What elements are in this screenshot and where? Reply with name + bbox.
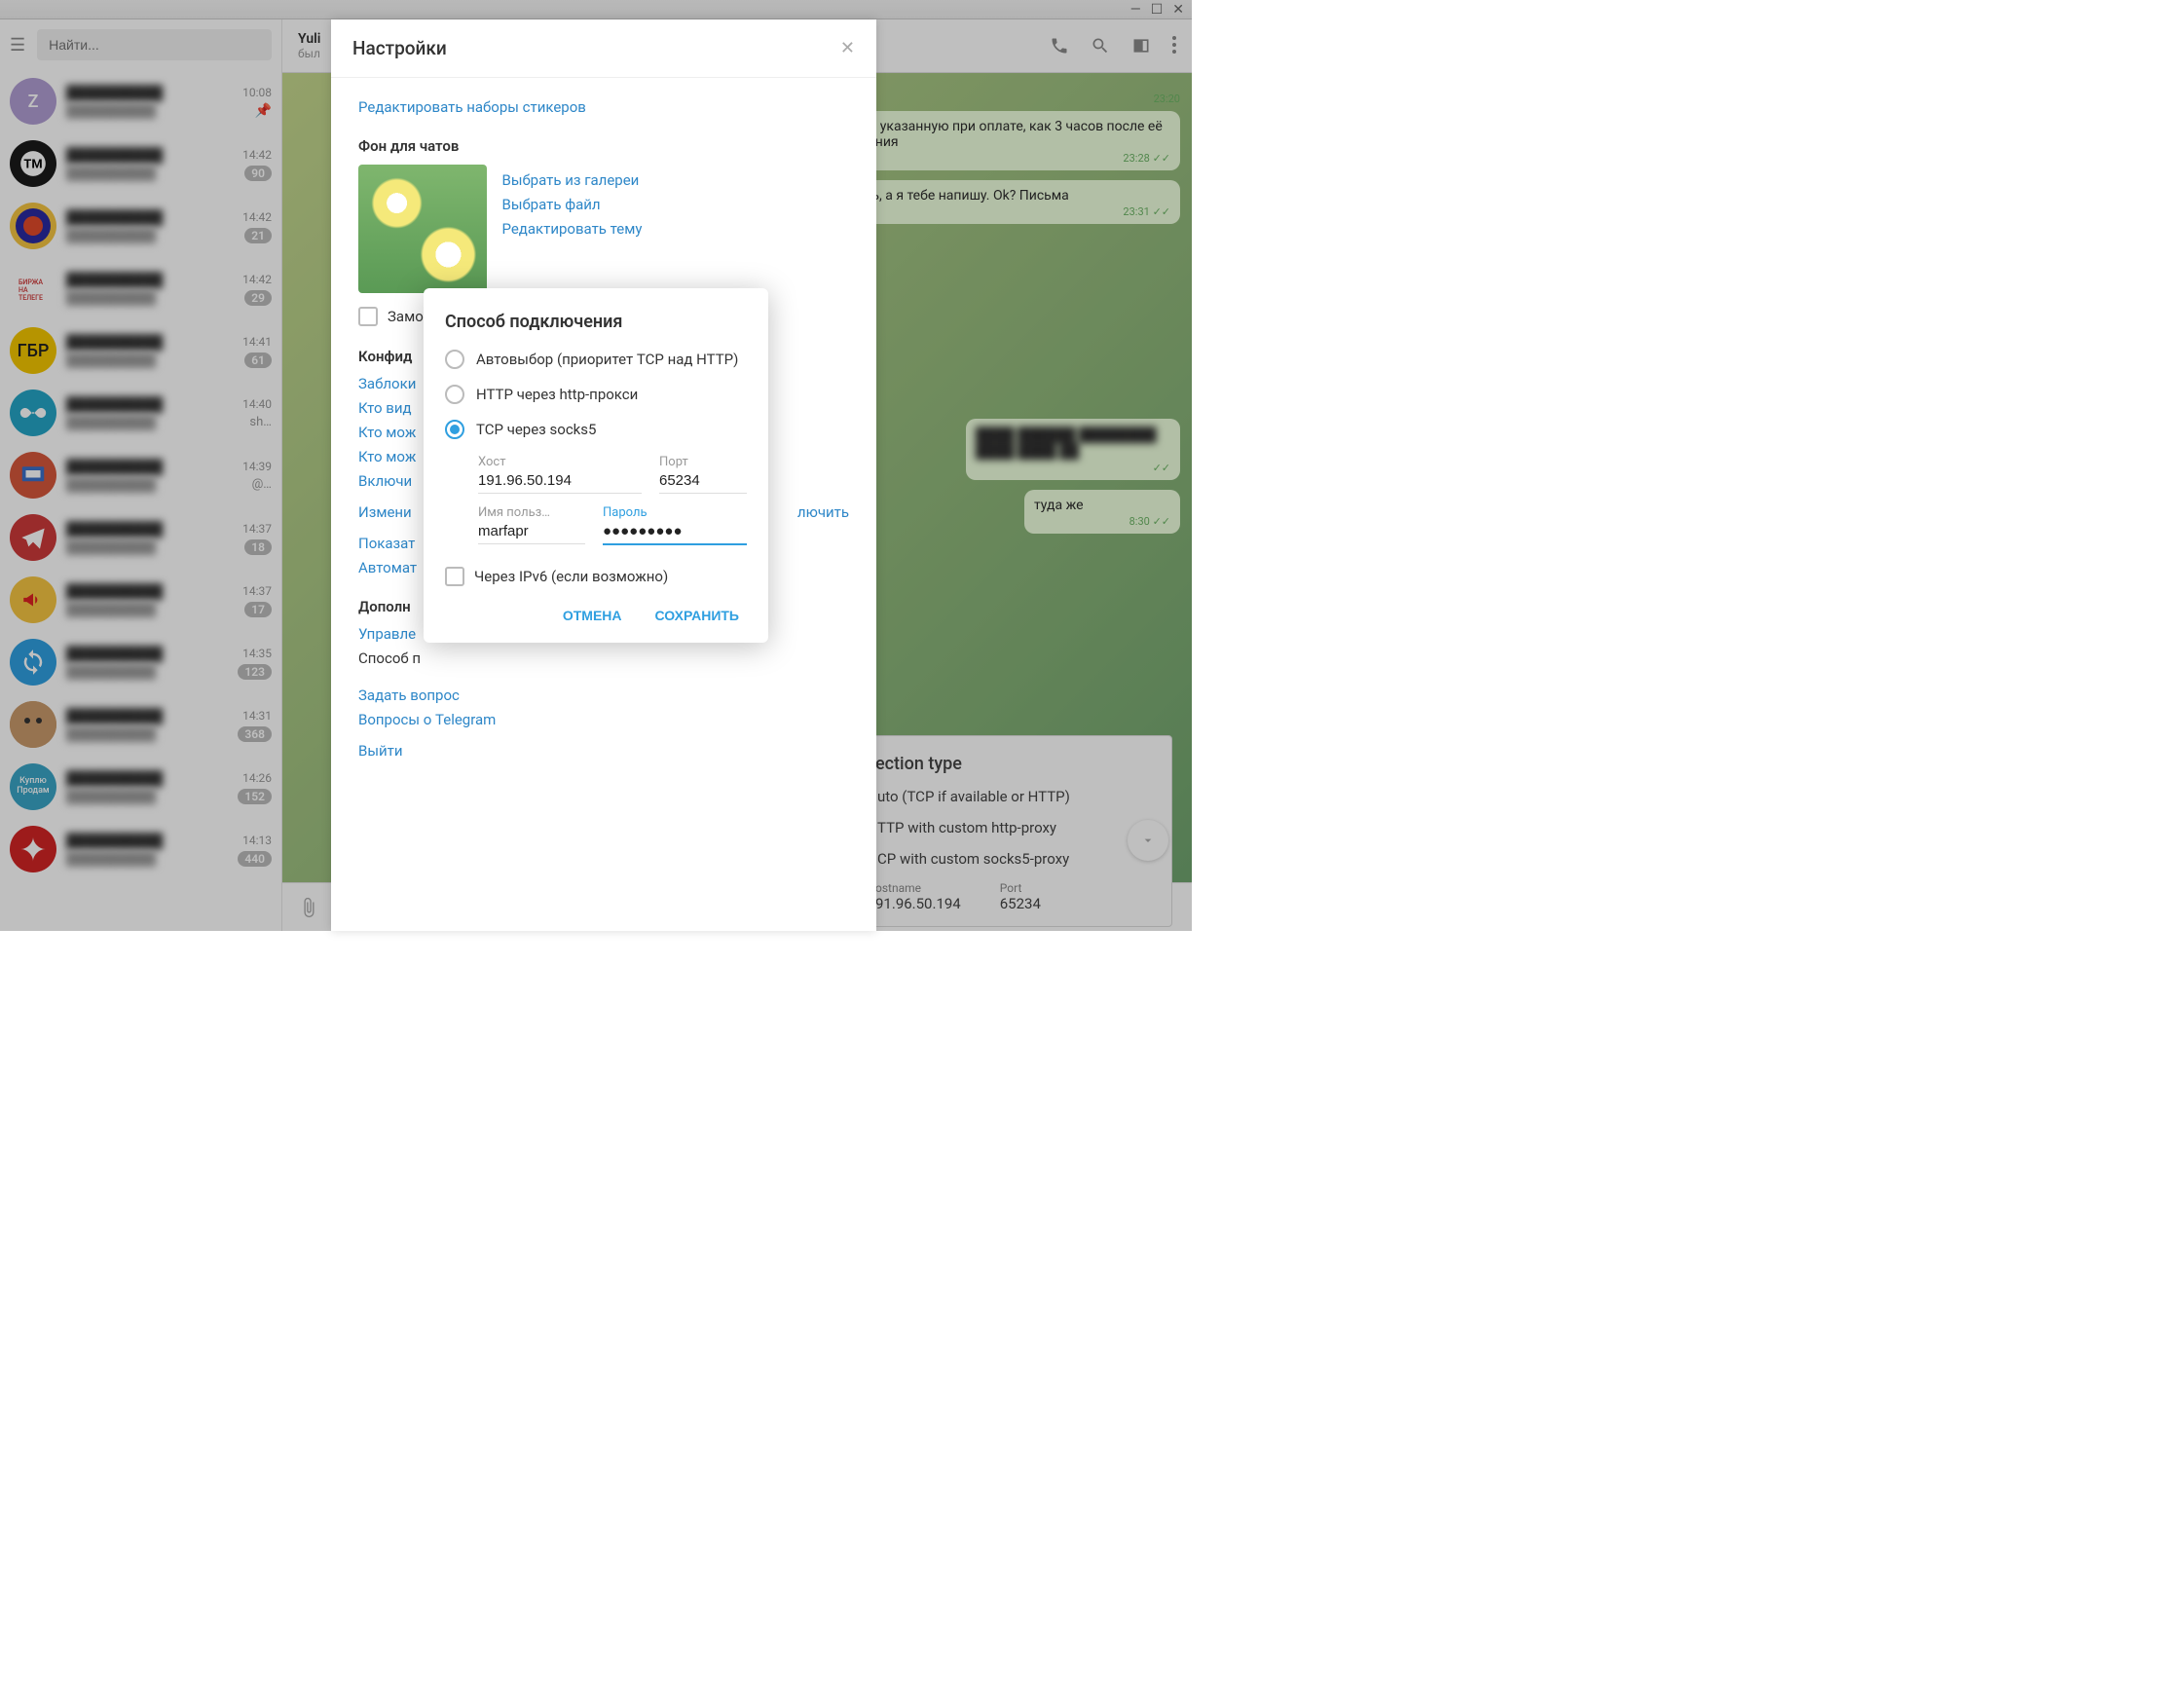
username-label: Имя польз… — [478, 505, 585, 520]
modal-title: Способ подключения — [445, 312, 747, 332]
password-input[interactable] — [603, 521, 747, 545]
save-button[interactable]: СОХРАНИТЬ — [648, 598, 747, 633]
ipv6-checkbox[interactable] — [445, 567, 464, 586]
host-label: Хост — [478, 455, 642, 469]
cancel-button[interactable]: ОТМЕНА — [555, 598, 630, 633]
connection-option-socks5[interactable]: TCP через socks5 — [445, 420, 747, 439]
connection-option-http[interactable]: HTTP через http-прокси — [445, 385, 747, 404]
connection-modal: Способ подключения Автовыбор (приоритет … — [424, 288, 768, 643]
modal-backdrop: Способ подключения Автовыбор (приоритет … — [0, 0, 1192, 931]
username-input[interactable] — [478, 521, 585, 544]
port-label: Порт — [659, 455, 747, 469]
host-input[interactable] — [478, 470, 642, 494]
ipv6-label: Через IPv6 (если возможно) — [474, 568, 668, 585]
radio-icon — [445, 420, 464, 439]
password-label: Пароль — [603, 505, 747, 520]
radio-icon — [445, 350, 464, 369]
radio-icon — [445, 385, 464, 404]
connection-option-auto[interactable]: Автовыбор (приоритет TCP над HTTP) — [445, 350, 747, 369]
port-input[interactable] — [659, 470, 747, 494]
